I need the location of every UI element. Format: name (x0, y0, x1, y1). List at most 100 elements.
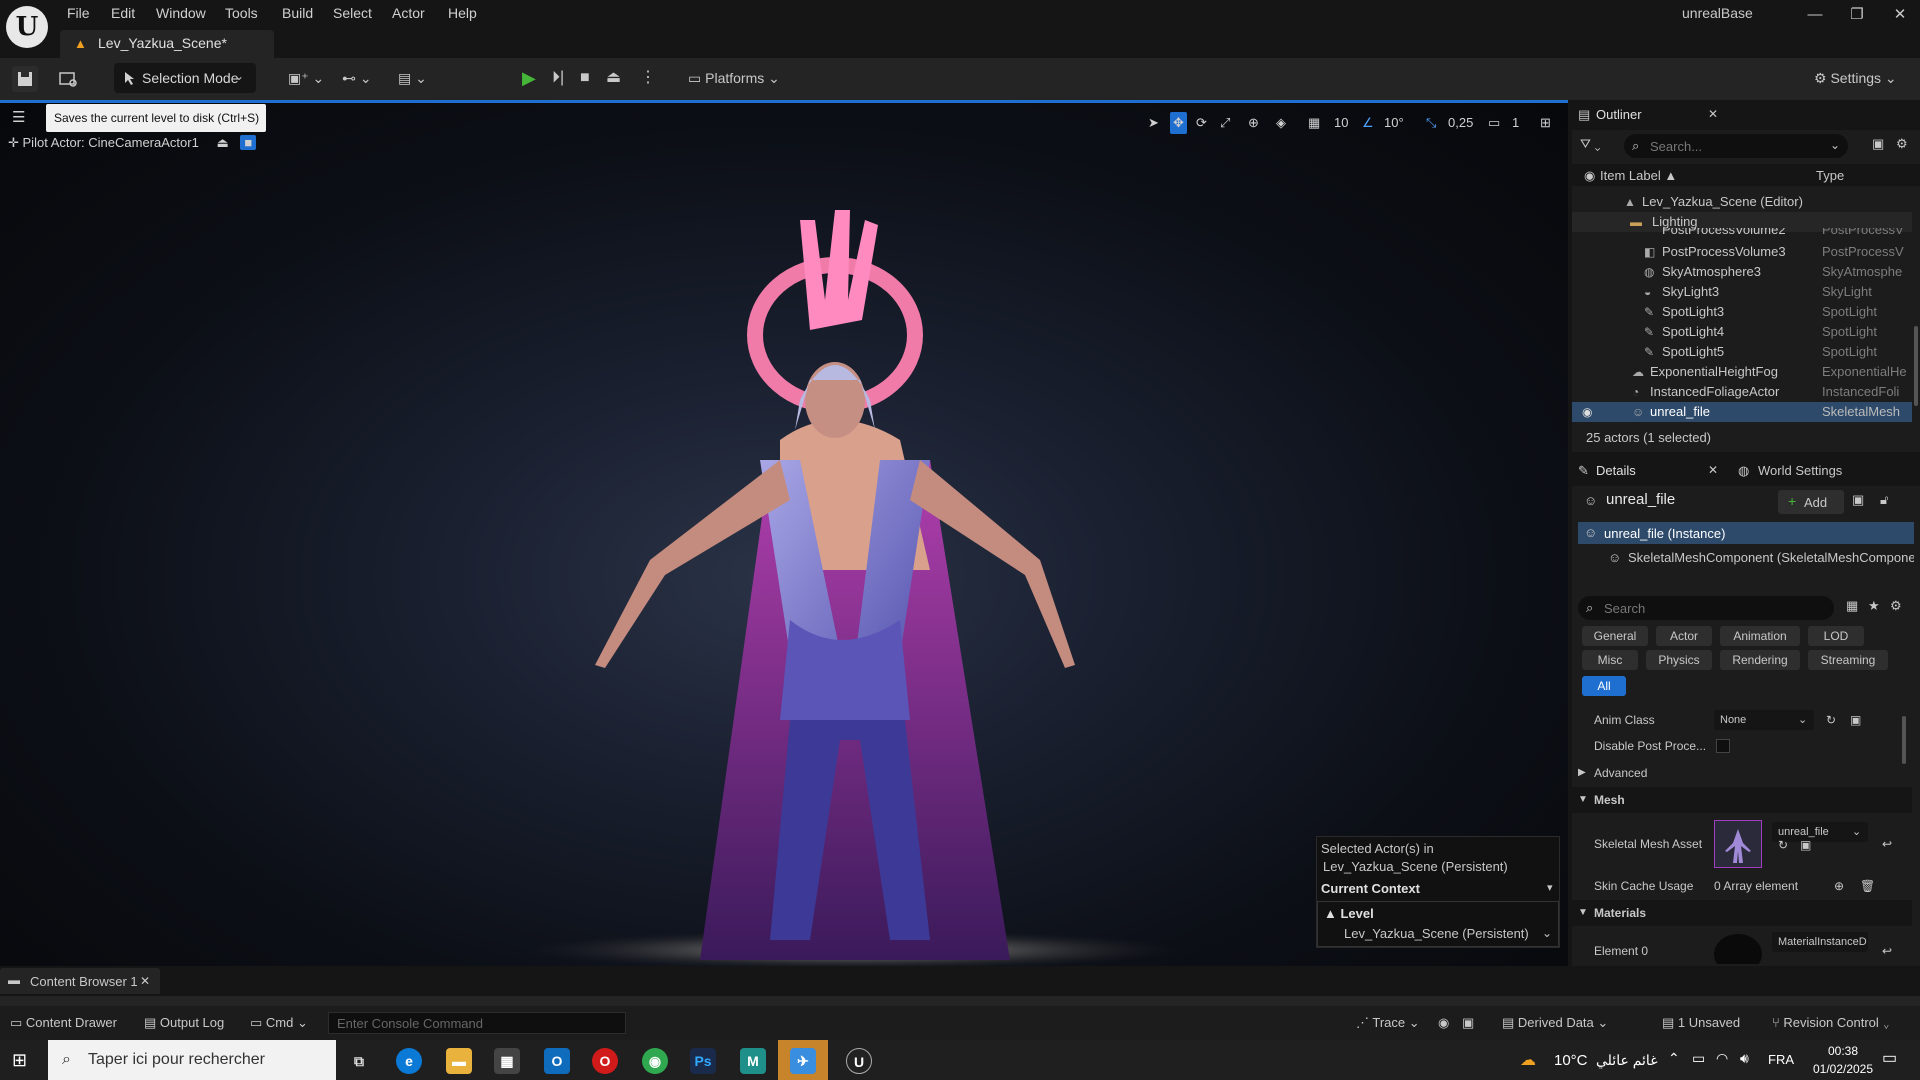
scale-snap-icon[interactable]: ⤡ (1426, 112, 1436, 134)
play-options-button[interactable]: ⋮ (640, 64, 656, 92)
output-log-button[interactable]: ▤ Output Log (144, 1015, 224, 1031)
new-folder-icon[interactable]: ▣ (1872, 136, 1884, 152)
unreal-logo-icon[interactable]: U (6, 6, 48, 48)
taskbar-search-input[interactable]: ⌕ Taper ici pour rechercher (48, 1040, 336, 1080)
outliner-row[interactable]: ✎ SpotLight5 SpotLight (1572, 342, 1912, 362)
mesh-thumbnail[interactable] (1714, 820, 1762, 868)
star-icon[interactable]: ★ (1868, 598, 1880, 614)
weather-desc[interactable]: غائم عائلي (1596, 1052, 1658, 1069)
reset-icon[interactable]: ↻ (1778, 832, 1788, 858)
category-rendering[interactable]: Rendering (1720, 650, 1800, 670)
outliner-row[interactable]: ☁ ExponentialHeightFog ExponentialHe (1572, 362, 1912, 382)
camera-speed-value[interactable]: 1 (1512, 112, 1519, 134)
reset-icon[interactable]: ↻ (1826, 707, 1836, 733)
camera-speed-icon[interactable]: ▭ (1488, 112, 1500, 134)
reset-to-default-icon[interactable]: ↩ (1882, 818, 1892, 870)
settings-dropdown[interactable]: ⚙ Settings ⌄ (1814, 64, 1897, 92)
filter-icon[interactable]: ⛛ ⌄ (1580, 136, 1601, 152)
outliner-settings-icon[interactable]: ⚙ (1896, 136, 1908, 152)
level-tab[interactable]: ▲ Lev_Yazkua_Scene* (60, 30, 274, 58)
stop-button[interactable]: ■ (580, 64, 590, 92)
clock-date[interactable]: 01/02/2025 (1808, 1062, 1878, 1076)
category-lod[interactable]: LOD (1808, 626, 1864, 646)
scale-snap-value[interactable]: 0,25 (1448, 112, 1473, 134)
cmd-dropdown[interactable]: ▭ Cmd ⌄ (250, 1015, 308, 1031)
cinematics-button[interactable]: ▤ ⌄ (398, 64, 427, 92)
menu-build[interactable]: Build (282, 3, 313, 23)
revision-control-dropdown[interactable]: ⑂ Revision Control ⌄ (1772, 1015, 1890, 1030)
grid-snap-icon[interactable]: ▦ (1308, 112, 1320, 134)
details-search-input[interactable]: ⌕ Search (1578, 596, 1834, 620)
outliner-row[interactable]: ◔ InstancedFoliageActor InstancedFoli (1572, 382, 1912, 402)
outliner-row-selected[interactable]: ◉ ☺ unreal_file SkeletalMesh (1572, 402, 1912, 422)
outliner-row[interactable]: ◍ SkyAtmosphere3 SkyAtmosphe (1572, 262, 1912, 282)
select-tool-icon[interactable]: ➤ (1148, 112, 1159, 134)
unreal-taskbar-icon[interactable]: U (846, 1048, 872, 1074)
outlook-icon[interactable]: O (544, 1048, 570, 1074)
level-context-box[interactable]: ▲ Level Lev_Yazkua_Scene (Persistent) ⌄ (1317, 901, 1559, 947)
category-physics[interactable]: Physics (1646, 650, 1712, 670)
wifi-icon[interactable]: ◠ (1716, 1050, 1728, 1067)
unsaved-button[interactable]: ▤ 1 Unsaved (1662, 1015, 1740, 1031)
eye-icon[interactable]: ◉ (1584, 168, 1595, 184)
windows-start-icon[interactable]: ⊞ (12, 1050, 27, 1071)
tray-device-icon[interactable]: ▭ (1692, 1050, 1705, 1067)
screenshot-icon[interactable]: ▣ (1462, 1015, 1474, 1031)
weather-temp[interactable]: 10°C (1554, 1052, 1588, 1069)
volume-icon[interactable]: 🔊︎ (1740, 1050, 1749, 1067)
close-icon[interactable]: ✕ (1708, 107, 1718, 121)
photoshop-icon[interactable]: Ps (690, 1048, 716, 1074)
task-view-icon[interactable]: ⧉ (346, 1048, 372, 1074)
restore-icon[interactable]: ❐ (1842, 4, 1872, 26)
save-button[interactable] (12, 66, 38, 92)
blueprint-button[interactable]: ⊷ ⌄ (342, 64, 372, 92)
category-misc[interactable]: Misc (1582, 650, 1638, 670)
browse-icon[interactable]: ▣ (1800, 832, 1811, 858)
outliner-row[interactable]: ◒ SkyLight3 SkyLight (1572, 282, 1912, 302)
prop-advanced[interactable]: ▶ Advanced (1572, 760, 1912, 786)
category-animation[interactable]: Animation (1720, 626, 1800, 646)
outliner-row[interactable]: ◧ PostProcessVolume3 PostProcessV (1572, 242, 1912, 262)
outliner-row[interactable]: ▲ Lev_Yazkua_Scene (Editor) (1572, 192, 1912, 212)
details-scrollbar[interactable] (1902, 716, 1906, 764)
reset-to-default-icon[interactable]: ↩ (1882, 934, 1892, 964)
maximize-viewport-icon[interactable]: ⊞ (1540, 112, 1551, 134)
console-input[interactable]: Enter Console Command (328, 1012, 626, 1034)
chrome-icon[interactable]: ◉ (642, 1048, 668, 1074)
close-icon[interactable]: ✕ (140, 974, 150, 988)
lock-icon[interactable]: 🔓︎ (1880, 492, 1888, 508)
trash-icon[interactable]: 🗑︎ (1860, 873, 1875, 899)
minimize-icon[interactable]: — (1800, 4, 1830, 26)
add-component-button[interactable]: + Add (1778, 490, 1844, 514)
outliner-row[interactable]: ✎ SpotLight3 SpotLight (1572, 302, 1912, 322)
active-app-highlight[interactable]: ✈ (778, 1040, 828, 1080)
play-button[interactable]: ▶ (522, 64, 536, 92)
eye-icon[interactable]: ◉ (1582, 402, 1592, 422)
clock-time[interactable]: 00:38 (1818, 1044, 1868, 1058)
edge-icon[interactable]: e (396, 1048, 422, 1074)
language-indicator[interactable]: FRA (1768, 1052, 1794, 1067)
collapse-icon[interactable]: ▾ (1547, 881, 1553, 894)
component-row[interactable]: ☺ SkeletalMeshComponent (SkeletalMeshCom… (1608, 548, 1914, 568)
menu-file[interactable]: File (67, 3, 90, 23)
angle-snap-value[interactable]: 10° (1384, 112, 1404, 134)
world-settings-tab[interactable]: World Settings (1758, 463, 1842, 478)
outliner-row[interactable]: ✎ SpotLight4 SpotLight (1572, 322, 1912, 342)
advance-frame-button[interactable]: ⏵| (552, 64, 564, 92)
angle-snap-icon[interactable]: ∠ (1362, 112, 1374, 134)
gear-icon[interactable]: ⚙ (1890, 598, 1902, 614)
disable-post-checkbox[interactable] (1716, 739, 1730, 753)
close-window-icon[interactable]: ✕ (1885, 4, 1915, 26)
close-icon[interactable]: ✕ (1708, 463, 1718, 477)
menu-help[interactable]: Help (448, 3, 477, 23)
browse-icon[interactable]: ▣ (1850, 707, 1861, 733)
add-element-icon[interactable]: ⊕ (1834, 873, 1844, 899)
category-actor[interactable]: Actor (1656, 626, 1712, 646)
viewport-menu-icon[interactable]: ☰ (12, 108, 30, 126)
element0-dropdown[interactable]: MaterialInstanceD (1772, 932, 1868, 952)
menu-tools[interactable]: Tools (225, 3, 258, 23)
m-app-icon[interactable]: M (740, 1048, 766, 1074)
camera-lock-icon[interactable]: ■ (240, 135, 257, 150)
menu-window[interactable]: Window (156, 3, 206, 23)
column-item-label[interactable]: Item Label ▲ (1600, 168, 1677, 183)
